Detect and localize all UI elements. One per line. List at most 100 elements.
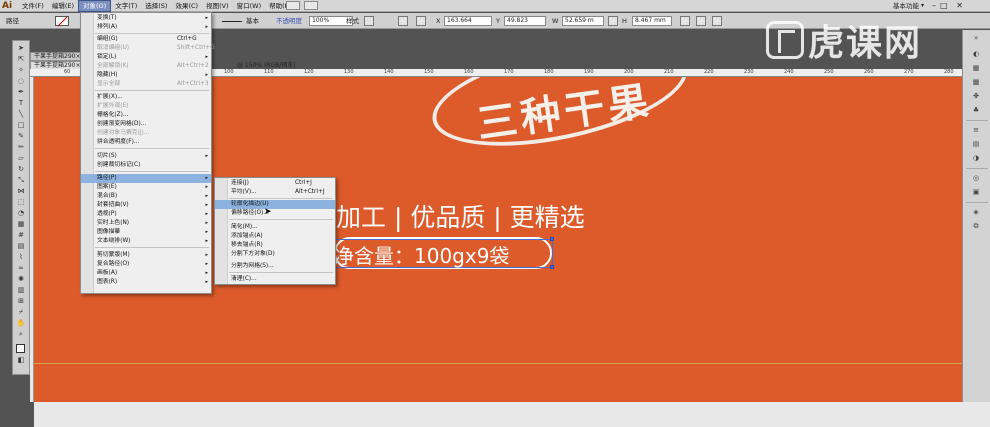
- x-field[interactable]: 163.664: [444, 16, 492, 26]
- rectangle-tool-icon[interactable]: □: [15, 121, 27, 130]
- arrange-documents-icon[interactable]: [304, 1, 318, 10]
- menu-window[interactable]: 窗口(W): [233, 0, 266, 12]
- path-submenu-item[interactable]: 分割为网格(S)...: [215, 262, 335, 271]
- shape-builder-tool-icon[interactable]: ◔: [15, 209, 27, 218]
- pasteboard[interactable]: [34, 402, 990, 427]
- menu-type[interactable]: 文字(T): [111, 0, 141, 12]
- object-menu-item[interactable]: 编组(G) Ctrl+G: [81, 35, 211, 44]
- menu-effect[interactable]: 效果(C): [171, 0, 202, 12]
- stroke-panel-icon[interactable]: ≡: [970, 126, 982, 135]
- menu-view[interactable]: 视图(V): [202, 0, 233, 12]
- align-icon[interactable]: [416, 16, 426, 26]
- workspace-switcher[interactable]: 基本功能: [893, 0, 919, 12]
- menu-object[interactable]: 对象(O): [78, 0, 112, 12]
- perspective-grid-tool-icon[interactable]: ▦: [15, 220, 27, 229]
- chevron-down-icon[interactable]: ▾: [921, 0, 924, 12]
- path-submenu-item[interactable]: 分割下方对象(D): [215, 250, 335, 259]
- path-submenu-item[interactable]: 偏移路径(O)...: [215, 209, 335, 218]
- transparency-panel-icon[interactable]: ◑: [970, 154, 982, 163]
- object-menu-item[interactable]: 透视(P) ▸: [81, 210, 211, 219]
- y-field[interactable]: 49.823: [504, 16, 546, 26]
- object-menu-item[interactable]: 实时上色(N) ▸: [81, 219, 211, 228]
- panel-menu-icon[interactable]: [712, 16, 722, 26]
- graph-tool-icon[interactable]: ▥: [15, 286, 27, 295]
- hand-tool-icon[interactable]: ✋: [15, 319, 27, 328]
- pencil-tool-icon[interactable]: ✏: [15, 143, 27, 152]
- stroke-style-preview[interactable]: [222, 13, 242, 29]
- fill-swatch[interactable]: [55, 16, 69, 26]
- selection-handle[interactable]: [550, 265, 554, 269]
- paintbrush-tool-icon[interactable]: ✎: [15, 132, 27, 141]
- menu-edit[interactable]: 编辑(E): [48, 0, 78, 12]
- free-transform-tool-icon[interactable]: ⬚: [15, 198, 27, 207]
- object-menu-item[interactable]: 拼合透明度(F)...: [81, 138, 211, 147]
- object-menu-item[interactable]: 复合路径(O) ▸: [81, 260, 211, 269]
- stroke-style-label[interactable]: 基本: [246, 13, 259, 29]
- selection-tool-icon[interactable]: ➤: [15, 44, 27, 53]
- object-menu-item[interactable]: 变换(T) ▸: [81, 14, 211, 23]
- type-tool-icon[interactable]: T: [15, 99, 27, 108]
- fill-color-swatch[interactable]: [16, 344, 25, 353]
- panel-collapse-icon[interactable]: »: [970, 34, 982, 43]
- path-submenu-item[interactable]: 清理(C)...: [215, 275, 335, 284]
- rotate-tool-icon[interactable]: ↻: [15, 165, 27, 174]
- object-menu-item[interactable]: 图像描摹 ▸: [81, 228, 211, 237]
- eraser-tool-icon[interactable]: ▱: [15, 154, 27, 163]
- object-menu-item[interactable]: 路径(P) ▸: [81, 174, 211, 183]
- object-menu-item[interactable]: 栅格化(Z)...: [81, 111, 211, 120]
- object-menu-item[interactable]: 扩展(X)...: [81, 93, 211, 102]
- object-menu-item[interactable]: 切片(S) ▸: [81, 152, 211, 161]
- object-menu-item[interactable]: 创建裁切标记(C): [81, 161, 211, 170]
- object-menu-item[interactable]: 画板(A) ▸: [81, 269, 211, 278]
- path-submenu-item[interactable]: 轮廓化描边(U): [215, 200, 335, 209]
- menu-select[interactable]: 选择(S): [141, 0, 171, 12]
- swatches-panel-icon[interactable]: ▩: [970, 78, 982, 87]
- drawing-mode-icon[interactable]: ◧: [15, 356, 27, 365]
- color-panel-icon[interactable]: ◐: [970, 50, 982, 59]
- opacity-label[interactable]: 不透明度: [276, 13, 302, 29]
- layers-panel-icon[interactable]: ◈: [970, 208, 982, 217]
- object-menu-item[interactable]: 创建渐变网格(D)...: [81, 120, 211, 129]
- recolor-icon[interactable]: [398, 16, 408, 26]
- symbol-sprayer-tool-icon[interactable]: ✺: [15, 275, 27, 284]
- gradient-panel-icon[interactable]: ▤: [970, 140, 982, 149]
- guide-line[interactable]: [34, 363, 962, 364]
- scale-tool-icon[interactable]: ⤡: [15, 176, 27, 185]
- brushes-panel-icon[interactable]: ✤: [970, 92, 982, 101]
- object-menu-item[interactable]: 图表(R) ▸: [81, 278, 211, 287]
- selection-handle[interactable]: [550, 237, 554, 241]
- object-menu-item[interactable]: 文本绕排(W) ▸: [81, 237, 211, 246]
- graphic-style-swatch[interactable]: [364, 16, 374, 26]
- appearance-panel-icon[interactable]: ◎: [970, 174, 982, 183]
- object-menu-item[interactable]: 锁定(L) ▸: [81, 53, 211, 62]
- minimize-icon[interactable]: –: [932, 0, 936, 12]
- line-tool-icon[interactable]: ╲: [15, 110, 27, 119]
- artboard-tool-icon[interactable]: ⊞: [15, 297, 27, 306]
- object-menu-item[interactable]: 剪切蒙版(M) ▸: [81, 251, 211, 260]
- object-menu-item[interactable]: 封套扭曲(V) ▸: [81, 201, 211, 210]
- object-menu-item[interactable]: 排列(A) ▸: [81, 23, 211, 32]
- magic-wand-tool-icon[interactable]: ✧: [15, 66, 27, 75]
- lasso-tool-icon[interactable]: ◌: [15, 77, 27, 86]
- path-submenu-item[interactable]: 简化(M)...: [215, 223, 335, 232]
- path-submenu-item[interactable]: 移去锚点(R): [215, 241, 335, 250]
- path-submenu-item[interactable]: 添加锚点(A): [215, 232, 335, 241]
- link-icon[interactable]: [608, 16, 618, 26]
- maximize-icon[interactable]: □: [940, 0, 948, 12]
- w-field[interactable]: 52.659 m: [562, 16, 604, 26]
- slogan-text[interactable]: 加工 | 优品质 | 更精选: [336, 198, 585, 234]
- artboards-panel-icon[interactable]: ⧉: [970, 222, 982, 231]
- isolate-icon[interactable]: [696, 16, 706, 26]
- h-field[interactable]: 8.467 mm: [632, 16, 672, 26]
- blend-tool-icon[interactable]: ∞: [15, 264, 27, 273]
- net-weight-text[interactable]: 净含量：100gx9袋: [334, 240, 509, 269]
- eyedropper-tool-icon[interactable]: ⌇: [15, 253, 27, 262]
- menu-file[interactable]: 文件(F): [18, 0, 48, 12]
- bridge-icon[interactable]: [286, 1, 300, 10]
- path-submenu-item[interactable]: 连接(J) Ctrl+J: [215, 179, 335, 188]
- symbols-panel-icon[interactable]: ♣: [970, 106, 982, 115]
- pen-tool-icon[interactable]: ✒: [15, 88, 27, 97]
- graphic-styles-panel-icon[interactable]: ▣: [970, 188, 982, 197]
- close-icon[interactable]: ✕: [952, 0, 968, 12]
- width-tool-icon[interactable]: ⋈: [15, 187, 27, 196]
